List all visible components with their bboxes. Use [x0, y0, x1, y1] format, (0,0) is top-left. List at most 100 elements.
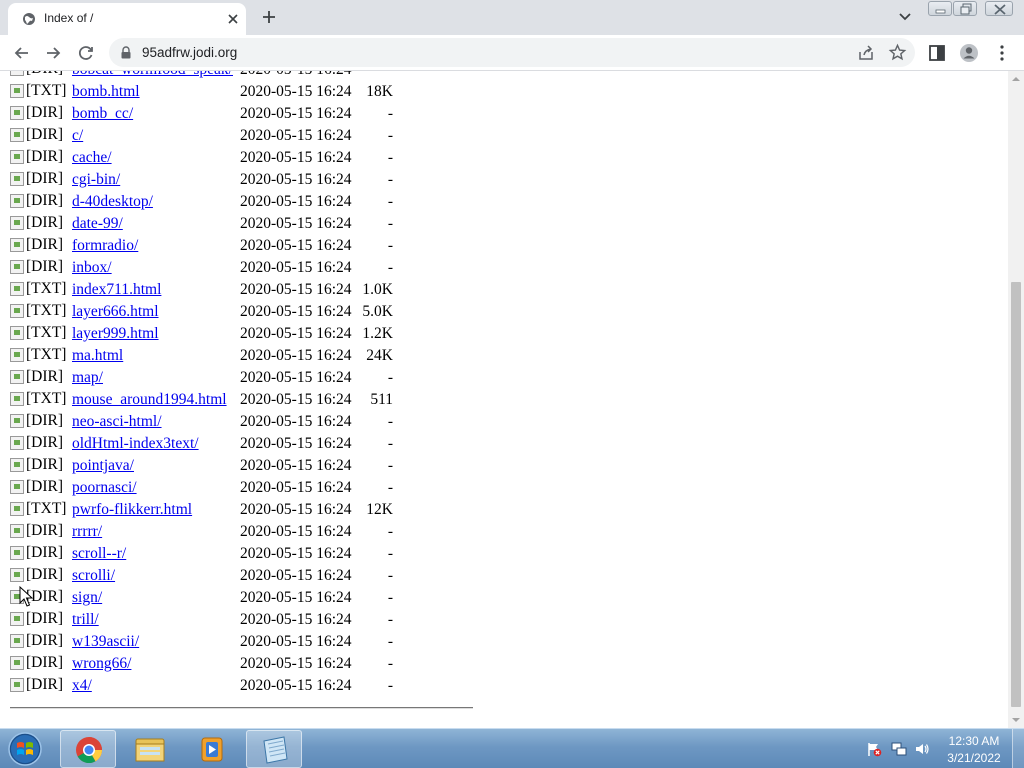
forward-arrow-icon[interactable] — [43, 43, 63, 63]
scroll-down-arrow-icon[interactable] — [1008, 712, 1024, 728]
file-size-cell: - — [387, 171, 393, 188]
taskbar-explorer-button[interactable] — [122, 730, 178, 768]
taskbar-media-button[interactable] — [184, 730, 240, 768]
file-link[interactable]: c/ — [72, 127, 83, 144]
scroll-up-arrow-icon[interactable] — [1008, 71, 1024, 87]
taskbar-clock-time[interactable]: 12:30 AM — [944, 734, 1004, 748]
vertical-scrollbar[interactable] — [1008, 71, 1024, 728]
url-text[interactable]: 95adfrw.jodi.org — [142, 45, 237, 60]
window-minimize-button[interactable] — [928, 1, 952, 16]
file-link[interactable]: trill/ — [72, 611, 99, 628]
table-row: [DIR] inbox/2020-05-15 16:24 - — [10, 257, 393, 279]
file-link[interactable]: x4/ — [72, 677, 92, 694]
file-link[interactable]: rrrrr/ — [72, 523, 102, 540]
file-type-alt-text: [DIR] — [26, 103, 64, 121]
table-row: [TXT] pwrfo-flikkerr.html 2020-05-15 16:24… — [10, 499, 393, 521]
file-type-alt-text: [DIR] — [26, 147, 64, 165]
file-link[interactable]: pointjava/ — [72, 457, 134, 474]
file-link[interactable]: pwrfo-flikkerr.html — [72, 501, 192, 518]
file-link[interactable]: date-99/ — [72, 215, 123, 232]
browser-tab-strip: Index of / — [0, 0, 1024, 35]
lock-icon[interactable] — [120, 46, 132, 59]
file-link[interactable]: mouse_around1994.html — [72, 391, 227, 408]
file-type-cell: [DIR] — [10, 609, 72, 631]
show-desktop-button[interactable] — [1012, 729, 1024, 768]
taskbar-notepad-button[interactable] — [246, 730, 302, 768]
browser-tab[interactable]: Index of / — [8, 3, 246, 35]
share-icon[interactable] — [857, 44, 875, 62]
file-type-cell: [TXT] — [10, 323, 72, 345]
file-name-cell: index711.html — [72, 279, 240, 301]
file-link[interactable]: inbox/ — [72, 259, 112, 276]
file-link[interactable]: bobcat_wormfood_speak/ — [72, 71, 233, 78]
file-link[interactable]: poornasci/ — [72, 479, 137, 496]
back-arrow-icon[interactable] — [12, 43, 32, 63]
broken-image-icon — [10, 71, 24, 76]
windows-start-orb-icon[interactable] — [4, 730, 46, 768]
broken-image-icon — [10, 105, 24, 120]
file-type-cell: [DIR] — [10, 631, 72, 653]
table-row: [DIR] neo-asci-html/2020-05-15 16:24 - — [10, 411, 393, 433]
file-link[interactable]: sign/ — [72, 589, 102, 606]
table-row: [DIR] sign/2020-05-15 16:24- — [10, 587, 393, 609]
file-link[interactable]: oldHtml-index3text/ — [72, 435, 199, 452]
file-type-cell: [DIR] — [10, 367, 72, 389]
last-modified-cell: 2020-05-15 16:24 — [240, 545, 352, 562]
file-link[interactable]: ma.html — [72, 347, 123, 364]
file-link[interactable]: wrong66/ — [72, 655, 131, 672]
file-type-alt-text: [TXT] — [26, 323, 67, 341]
file-type-alt-text: [DIR] — [26, 521, 64, 539]
action-center-flag-icon[interactable] — [866, 741, 882, 757]
new-tab-plus-icon[interactable] — [260, 8, 278, 26]
more-menu-icon[interactable] — [992, 43, 1012, 63]
table-row: [DIR] w139ascii/2020-05-15 16:24 - — [10, 631, 393, 653]
file-link[interactable]: cache/ — [72, 149, 112, 166]
file-link[interactable]: bomb.html — [72, 83, 140, 100]
bookmark-star-icon[interactable] — [888, 43, 907, 62]
file-link[interactable]: w139ascii/ — [72, 633, 139, 650]
file-type-alt-text: [TXT] — [26, 301, 67, 319]
broken-image-icon — [10, 545, 24, 560]
broken-image-icon — [10, 127, 24, 142]
file-link[interactable]: bomb_cc/ — [72, 105, 133, 122]
broken-image-icon — [10, 259, 24, 274]
file-size-cell: - — [387, 369, 393, 386]
table-row: [TXT] mouse_around1994.html 2020-05-15 16:… — [10, 389, 393, 411]
broken-image-icon — [10, 479, 24, 494]
close-tab-icon[interactable] — [226, 12, 240, 26]
last-modified-cell: 2020-05-15 16:24 — [240, 347, 352, 364]
file-link[interactable]: scroll--r/ — [72, 545, 126, 562]
file-name-cell: scrolli/ — [72, 565, 240, 587]
file-name-cell: mouse_around1994.html — [72, 389, 240, 411]
file-link[interactable]: d-40desktop/ — [72, 193, 153, 210]
volume-speaker-icon[interactable] — [914, 741, 930, 757]
file-link[interactable]: formradio/ — [72, 237, 138, 254]
taskbar-clock-date[interactable]: 3/21/2022 — [944, 751, 1004, 765]
reload-icon[interactable] — [76, 43, 96, 63]
file-size-cell: - — [387, 655, 393, 672]
file-type-cell: [DIR] — [10, 213, 72, 235]
scrollbar-thumb[interactable] — [1011, 282, 1021, 707]
taskbar-chrome-button[interactable] — [60, 730, 116, 768]
file-type-cell: [DIR] — [10, 125, 72, 147]
last-modified-cell: 2020-05-15 16:24 — [240, 479, 352, 496]
side-panel-icon[interactable] — [927, 43, 947, 63]
file-link[interactable]: map/ — [72, 369, 103, 386]
profile-avatar-icon[interactable] — [959, 43, 979, 63]
window-close-button[interactable] — [985, 1, 1013, 16]
file-link[interactable]: layer999.html — [72, 325, 159, 342]
file-type-alt-text: [DIR] — [26, 455, 64, 473]
file-name-cell: scroll--r/ — [72, 543, 240, 565]
network-icon[interactable] — [891, 741, 907, 757]
file-link[interactable]: index711.html — [72, 281, 161, 298]
address-bar[interactable]: 95adfrw.jodi.org — [109, 38, 915, 67]
tab-search-chevron-icon[interactable] — [897, 10, 913, 24]
file-type-alt-text: [DIR] — [26, 631, 64, 649]
file-link[interactable]: neo-asci-html/ — [72, 413, 162, 430]
window-restore-button[interactable] — [953, 1, 977, 16]
file-type-alt-text: [DIR] — [26, 235, 64, 253]
broken-image-icon — [10, 237, 24, 252]
file-link[interactable]: layer666.html — [72, 303, 159, 320]
file-link[interactable]: cgi-bin/ — [72, 171, 120, 188]
file-link[interactable]: scrolli/ — [72, 567, 115, 584]
